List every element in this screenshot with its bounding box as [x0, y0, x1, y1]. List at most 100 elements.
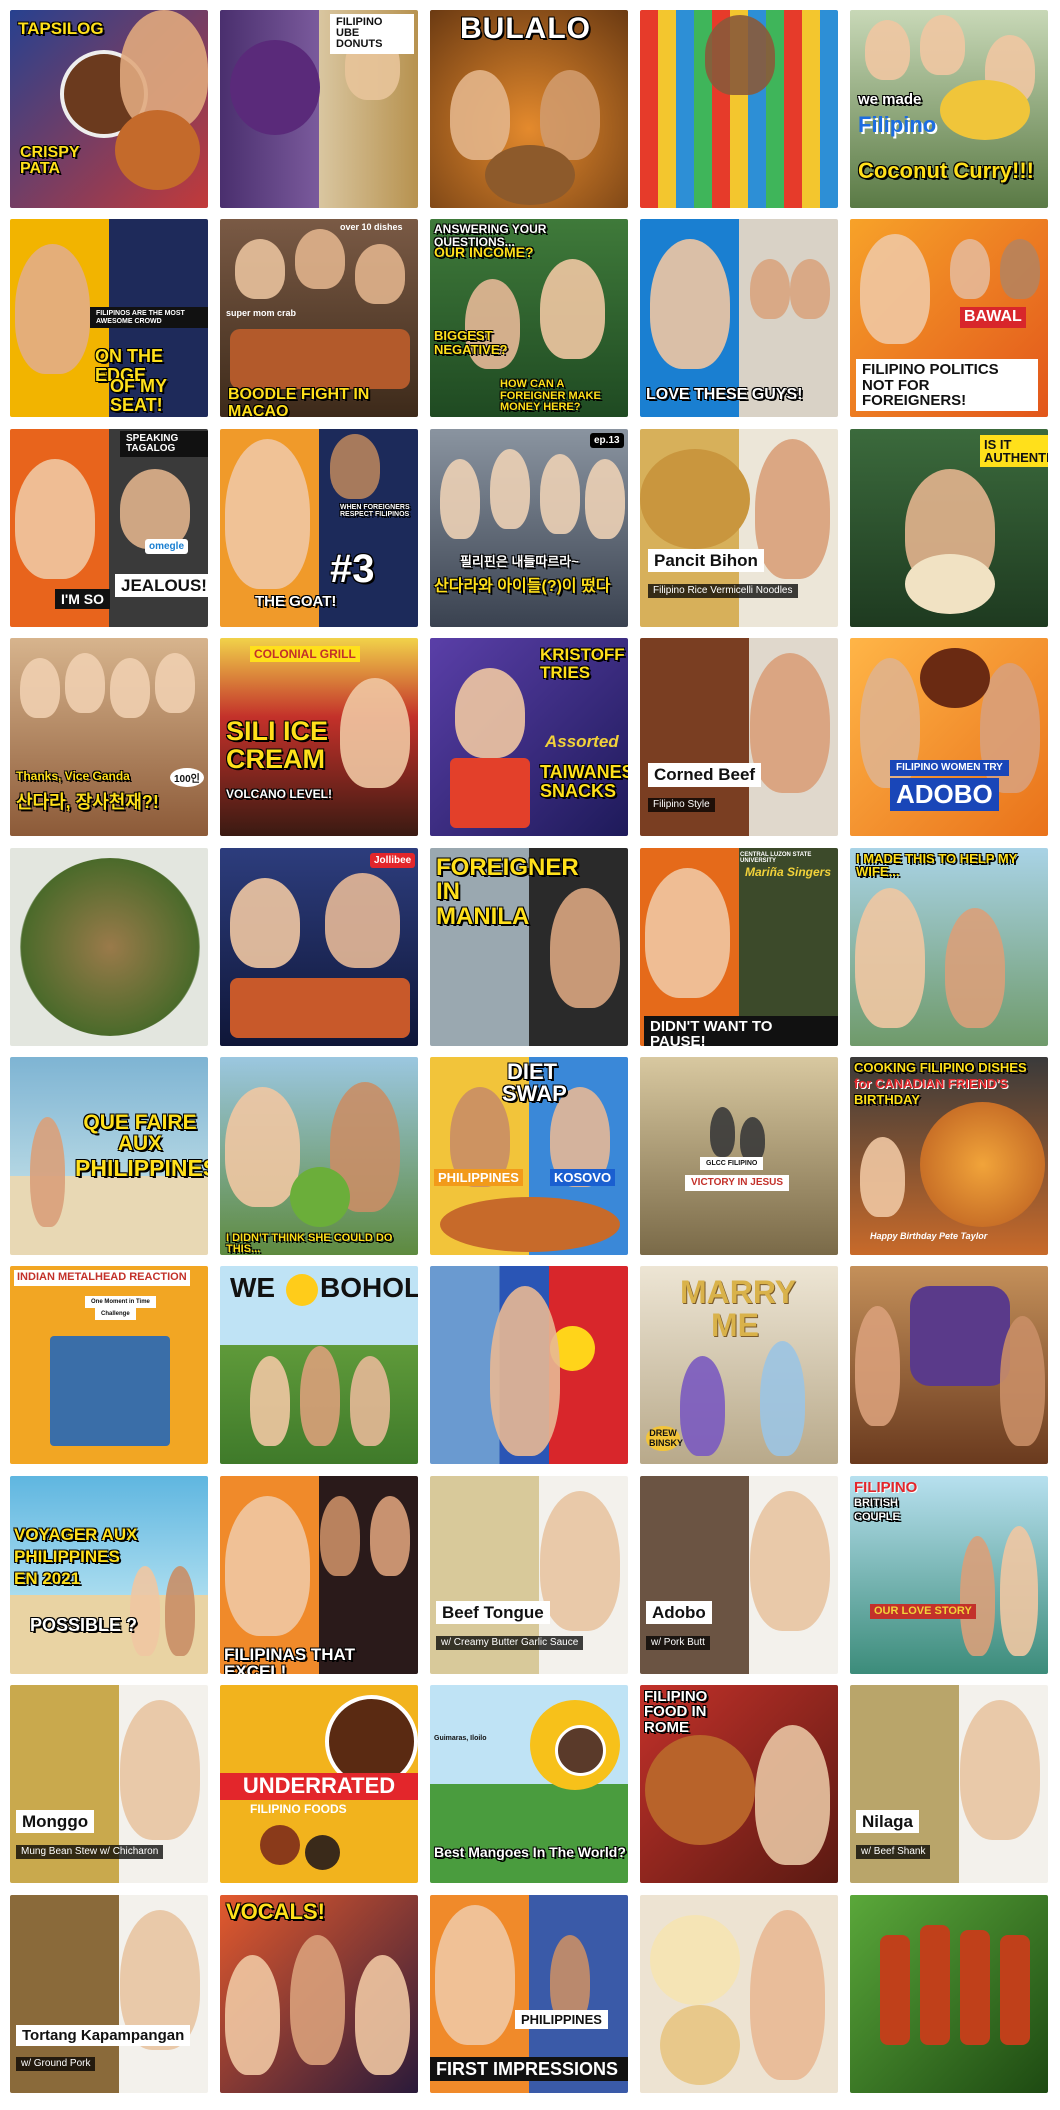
- thumbnail-title: COLONIAL GRILL: [250, 646, 360, 663]
- thumbnail-title: Nilaga: [856, 1810, 920, 1834]
- thumbnail-is-it-authentic[interactable]: IS IT AUTHENTIC?: [850, 428, 1048, 627]
- thumbnail-subtitle: w/ Pork Butt: [646, 1635, 710, 1650]
- thumbnail-didnt-think-she-could[interactable]: I DIDN'T THINK SHE COULD DO THIS...: [220, 1056, 418, 1255]
- thumbnail-title: WHEN FOREIGNERS RESPECT FILIPINOS: [340, 503, 410, 518]
- thumbnail-korean-show-ep13[interactable]: ep.13 필리핀은 내들따르라~ 산다라와 아이들(?)이 떴다: [430, 428, 628, 627]
- thumbnail-title: 필리핀은 내들따르라~: [460, 553, 579, 569]
- thumbnail-subtitle: w/ Ground Pork: [16, 2056, 96, 2071]
- thumbnail-title: KRISTOFF TRIES: [540, 645, 625, 682]
- thumbnail-kristoff-taiwanese-snacks[interactable]: KRISTOFF TRIES Assorted TAIWANESE SNACKS: [430, 638, 628, 837]
- thumbnail-title: for CANADIAN FRIEND'S: [854, 1075, 1009, 1091]
- thumbnail-title: I DIDN'T THINK SHE COULD DO THIS...: [226, 1231, 393, 1255]
- thumbnail-didnt-want-to-pause[interactable]: CENTRAL LUZON STATE UNIVERSITY Mariña Si…: [640, 847, 838, 1046]
- thumbnail-title: JEALOUS!: [115, 573, 208, 598]
- thumbnail-title: BOODLE FIGHT IN MACAO: [228, 386, 370, 418]
- thumbnail-image: [640, 1056, 838, 1255]
- thumbnail-corned-beef[interactable]: Corned Beef Filipino Style: [640, 638, 838, 837]
- thumbnail-filipinas-that-excel[interactable]: FILIPINAS THAT EXCEL!: [220, 1475, 418, 1674]
- thumbnail-salad-bowl[interactable]: [10, 847, 208, 1046]
- thumbnail-victory-in-jesus[interactable]: GLCC FILIPINO VICTORY IN JESUS: [640, 1056, 838, 1255]
- thumbnail-nilaga[interactable]: Nilaga w/ Beef Shank: [850, 1685, 1048, 1884]
- thumbnail-title: FILIPINO POLITICS NOT FOR FOREIGNERS!: [856, 359, 1038, 412]
- thumbnail-title: BRITISH: [854, 1496, 898, 1509]
- thumbnail-title: FILIPINOS ARE THE MOST AWESOME CROWD: [90, 307, 208, 328]
- thumbnail-on-the-edge[interactable]: FILIPINOS ARE THE MOST AWESOME CROWD ON …: [10, 219, 208, 418]
- thumbnail-indian-metalhead-reaction[interactable]: INDIAN METALHEAD REACTION One Moment in …: [10, 1266, 208, 1465]
- thumbnail-title: #3: [330, 546, 375, 591]
- thumbnail-pancit-bihon[interactable]: Pancit Bihon Filipino Rice Vermicelli No…: [640, 428, 838, 627]
- thumbnail-underrated-filipino-foods[interactable]: UNDERRATED FILIPINO FOODS: [220, 1685, 418, 1884]
- thumbnail-vice-ganda[interactable]: 100인 Thanks, Vice Ganda 산다라, 장사천재?!: [10, 638, 208, 837]
- thumbnail-speaking-tagalog[interactable]: SPEAKING TAGALOG omegle I'M SO JEALOUS!: [10, 428, 208, 627]
- thumbnail-bulalo[interactable]: BULALO: [430, 10, 628, 208]
- thumbnail-title: EN 2021: [14, 1568, 81, 1588]
- thumbnail-snacks-haul[interactable]: [640, 10, 838, 208]
- thumbnail-caption: Happy Birthday Pete Taylor: [870, 1230, 988, 1241]
- thumbnail-title: MARRY ME: [680, 1274, 797, 1343]
- thumbnail-title: BIRTHDAY: [854, 1091, 920, 1107]
- thumbnail-beef-tongue[interactable]: Beef Tongue w/ Creamy Butter Garlic Sauc…: [430, 1475, 628, 1674]
- thumbnail-title: SPEAKING TAGALOG: [120, 430, 208, 458]
- thumbnail-first-impressions[interactable]: PHILIPPINES FIRST IMPRESSIONS: [430, 1894, 628, 2093]
- thumbnail-vocals[interactable]: VOCALS!: [220, 1894, 418, 2093]
- thumbnail-caption: Challenge: [95, 1308, 136, 1321]
- thumbnail-filipino-politics[interactable]: BAWAL FILIPINO POLITICS NOT FOR FOREIGNE…: [850, 219, 1048, 418]
- thumbnail-boodle-fight[interactable]: super mom crab over 10 dishes BOODLE FIG…: [220, 219, 418, 418]
- thumbnail-help-my-wife[interactable]: I MADE THIS TO HELP MY WIFE...: [850, 847, 1048, 1046]
- thumbnail-title: FILIPINO FOODS: [250, 1802, 347, 1817]
- thumbnail-the-goat[interactable]: WHEN FOREIGNERS RESPECT FILIPINOS #3 THE…: [220, 428, 418, 627]
- thumbnail-marry-me[interactable]: MARRY ME DREW BINSKY: [640, 1266, 838, 1465]
- thumbnail-filipino-women-try-adobo[interactable]: FILIPINO WOMEN TRY ADOBO: [850, 638, 1048, 837]
- thumbnail-que-faire-aux-philippines[interactable]: QUE FAIRE AUX PHILIPPINES: [10, 1056, 208, 1255]
- thumbnail-title: VOCALS!: [226, 1898, 325, 1924]
- thumbnail-title: Beef Tongue: [436, 1600, 550, 1625]
- thumbnail-dessert-woman[interactable]: [640, 1894, 838, 2093]
- thumbnail-grid: TAPSILOG CRISPY PATA FILIPINO UBE DONUTS…: [10, 10, 1050, 2102]
- channel-badge: DREW BINSKY: [646, 1426, 683, 1451]
- thumbnail-caption: GLCC FILIPINO: [700, 1156, 764, 1171]
- thumbnail-coconut-curry[interactable]: we made Filipino Coconut Curry!!!: [850, 10, 1048, 208]
- thumbnail-we-love-bohol[interactable]: WE BOHOL: [220, 1266, 418, 1465]
- thumbnail-title: I MADE THIS TO HELP MY WIFE...: [856, 850, 1018, 879]
- thumbnail-love-these-guys[interactable]: LOVE THESE GUYS!: [640, 219, 838, 418]
- thumbnail-philippine-flag-woman[interactable]: [430, 1266, 628, 1465]
- thumbnail-title: BIGGEST NEGATIVE?: [434, 328, 508, 357]
- thumbnail-subtitle: Filipino Style: [648, 798, 715, 813]
- thumbnail-title: we made: [858, 91, 922, 108]
- thumbnail-diet-swap[interactable]: DIET SWAP PHILIPPINES KOSOVO: [430, 1056, 628, 1255]
- thumbnail-title: OF MY SEAT!: [110, 376, 167, 415]
- thumbnail-sili-ice-cream[interactable]: COLONIAL GRILL SILI ICE CREAM VOLCANO LE…: [220, 638, 418, 837]
- thumbnail-adobo-pork-butt[interactable]: Adobo w/ Pork Butt: [640, 1475, 838, 1674]
- thumbnail-title: LOVE THESE GUYS!: [646, 386, 803, 404]
- thumbnail-filipino-british-couple[interactable]: FILIPINO BRITISH COUPLE OUR LOVE STORY: [850, 1475, 1048, 1674]
- thumbnail-title: Best Mangoes In The World?: [434, 1844, 626, 1861]
- thumbnail-title: I'M SO: [55, 588, 110, 610]
- thumbnail-cooking-for-canadian-friend[interactable]: COOKING FILIPINO DISHES for CANADIAN FRI…: [850, 1056, 1048, 1255]
- thumbnail-tapsilog-crispy-pata[interactable]: TAPSILOG CRISPY PATA: [10, 10, 208, 208]
- thumbnail-title: FILIPINO WOMEN TRY: [890, 760, 1009, 777]
- thumbnail-title: POSSIBLE ?: [30, 1614, 138, 1635]
- thumbnail-title: Filipino: [858, 112, 937, 137]
- thumbnail-tortang-kapampangan[interactable]: Tortang Kapampangan w/ Ground Pork: [10, 1894, 208, 2093]
- thumbnail-answering-questions[interactable]: ANSWERING YOUR QUESTIONS... OUR INCOME? …: [430, 219, 628, 418]
- thumbnail-foreigner-in-manila[interactable]: FOREIGNER IN MANILA: [430, 847, 628, 1046]
- thumbnail-title: OUR LOVE STORY: [870, 1603, 976, 1619]
- thumbnail-title: INDIAN METALHEAD REACTION: [14, 1270, 190, 1286]
- thumbnail-grilled-skewers[interactable]: [850, 1894, 1048, 2093]
- thumbnail-title: BOHOL: [320, 1272, 418, 1304]
- thumbnail-voyager-aux-philippines[interactable]: VOYAGER AUX PHILIPPINES EN 2021 POSSIBLE…: [10, 1475, 208, 1674]
- thumbnail-subtitle: w/ Beef Shank: [856, 1845, 931, 1860]
- thumbnail-best-mangoes[interactable]: Guimaras, Iloilo Best Mangoes In The Wor…: [430, 1685, 628, 1884]
- thumbnail-title: ADOBO: [890, 778, 999, 811]
- thumbnail-title: PHILIPPINES: [515, 2009, 608, 2029]
- thumbnail-filipino-food-in-rome[interactable]: FILIPINO FOOD IN ROME: [640, 1685, 838, 1884]
- thumbnail-title: Thanks, Vice Ganda: [16, 769, 130, 784]
- thumbnail-title: FILIPINO FOOD IN ROME: [644, 1688, 708, 1736]
- thumbnail-title: TAIWANESE SNACKS: [540, 762, 628, 801]
- omegle-logo: omegle: [145, 538, 189, 554]
- thumbnail-jollibee[interactable]: Jollibee: [220, 847, 418, 1046]
- thumbnail-ube-cake[interactable]: [850, 1266, 1048, 1465]
- thumbnail-monggo[interactable]: Monggo Mung Bean Stew w/ Chicharon: [10, 1685, 208, 1884]
- thumbnail-ube-donuts[interactable]: FILIPINO UBE DONUTS: [220, 10, 418, 208]
- thumbnail-title: CRISPY PATA: [20, 144, 80, 178]
